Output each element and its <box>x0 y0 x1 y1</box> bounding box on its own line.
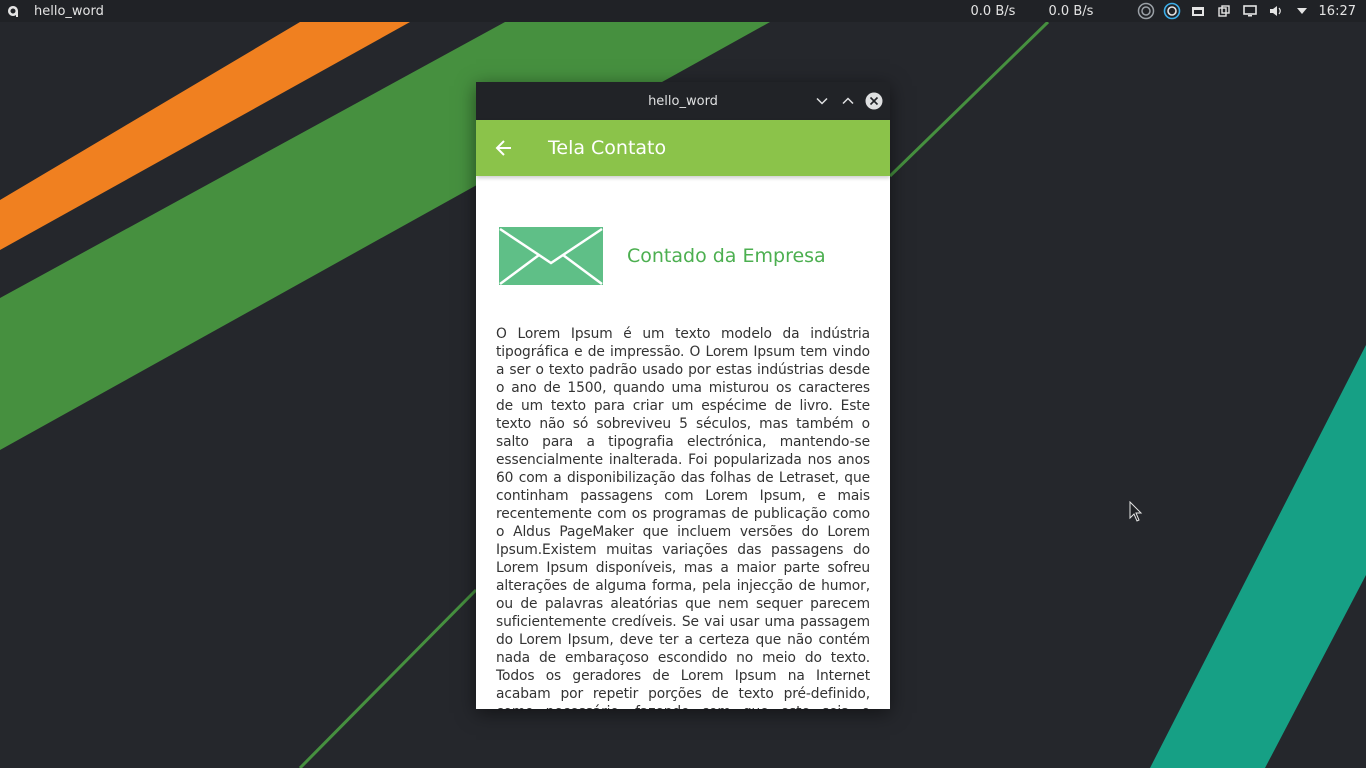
app-bar-title: Tela Contato <box>548 137 667 159</box>
close-icon <box>865 92 883 110</box>
tray-display[interactable] <box>1237 0 1263 22</box>
network-download-speed: 0.0 B/s <box>970 3 1016 19</box>
network-upload-speed: 0.0 B/s <box>1048 3 1094 19</box>
maximize-button[interactable] <box>838 91 858 111</box>
contact-content: Contado da Empresa O Lorem Ipsum é um te… <box>476 227 890 709</box>
lorem-ipsum-text: O Lorem Ipsum é um texto modelo da indús… <box>496 326 870 709</box>
contact-header: Contado da Empresa <box>496 227 870 285</box>
window-title: hello_word <box>648 93 718 109</box>
tray-window[interactable] <box>1185 0 1211 22</box>
app-launcher-icon <box>8 6 19 17</box>
company-contact-heading: Contado da Empresa <box>627 245 826 267</box>
volume-icon <box>1269 6 1281 16</box>
active-app-title[interactable]: hello_word <box>34 4 104 19</box>
window-icon <box>1191 7 1204 16</box>
envelope-icon <box>499 227 603 285</box>
dropdown-arrow-icon <box>1296 8 1307 14</box>
tray-volume[interactable] <box>1263 0 1289 22</box>
chevron-down-icon <box>816 97 828 105</box>
tray-progress[interactable] <box>1159 0 1185 22</box>
mouse-cursor-icon <box>1129 501 1143 522</box>
clipboard-icon <box>1217 5 1230 17</box>
app-launcher-button[interactable] <box>0 4 26 18</box>
close-button[interactable] <box>864 91 884 111</box>
back-button[interactable] <box>476 120 532 176</box>
system-tray <box>1133 0 1315 22</box>
chevron-up-icon <box>842 97 854 105</box>
circle-indicator-icon <box>1137 2 1154 20</box>
arrow-left-icon <box>495 140 511 156</box>
minimize-button[interactable] <box>812 91 832 111</box>
window-controls <box>812 91 884 111</box>
window-titlebar[interactable]: hello_word <box>476 82 890 120</box>
tray-expand[interactable] <box>1289 0 1315 22</box>
clock[interactable]: 16:27 <box>1319 4 1356 19</box>
top-panel: hello_word 0.0 B/s 0.0 B/s 16:27 <box>0 0 1366 22</box>
progress-ring-icon <box>1163 2 1180 20</box>
tray-indicator[interactable] <box>1133 0 1159 22</box>
app-window: hello_word Tela Contato Contado da Empre… <box>476 82 890 709</box>
app-bar: Tela Contato <box>476 120 890 176</box>
tray-clipboard[interactable] <box>1211 0 1237 22</box>
display-icon <box>1242 5 1257 17</box>
